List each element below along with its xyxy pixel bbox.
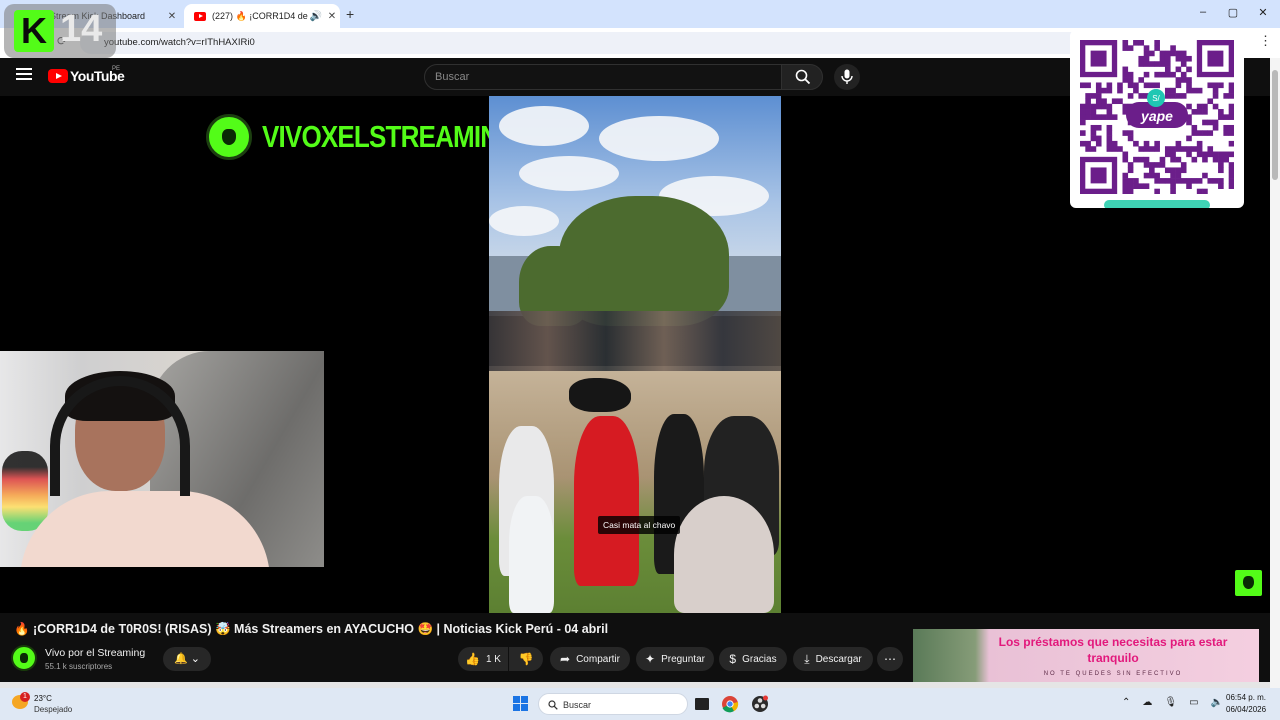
microphone-icon [841, 69, 853, 84]
youtube-favicon-icon [194, 11, 206, 21]
yape-qr-overlay: S/ yape [1070, 30, 1244, 208]
clock-date[interactable]: 06/04/2026 [1226, 705, 1266, 714]
new-tab-button[interactable]: + [346, 6, 354, 22]
ad-subline: NO TE QUEDES SIN EFECTIVO [1043, 671, 1183, 677]
svg-text:S/: S/ [1152, 94, 1160, 103]
taskbar-search-input[interactable]: Buscar [538, 693, 688, 715]
more-icon: ⋯ [884, 652, 896, 666]
audio-icon[interactable]: 🔊 [308, 11, 324, 22]
vertical-scrollbar[interactable] [1270, 58, 1280, 688]
bull-figure [569, 378, 631, 412]
notification-bell-button[interactable]: 🔔 ⌄ [163, 647, 211, 671]
chrome-icon[interactable] [720, 694, 740, 714]
volume-icon[interactable]: 🔈 [1211, 697, 1223, 708]
video-title: 🔥 ¡CORR1D4 de T0R0S! (RISAS) 🤯 Más Strea… [14, 622, 609, 636]
download-label: Descargar [815, 653, 862, 665]
close-window-button[interactable]: ✕ [1248, 6, 1278, 19]
clip-caption: Casi mata al chavo [598, 516, 681, 534]
kick-viewer-number: 14 [60, 8, 103, 50]
yape-logo-icon: S/ yape [1126, 89, 1188, 128]
bell-icon: 🔔 [174, 653, 188, 665]
banner-channel-name: VIVOXELSTREAMING [262, 119, 519, 154]
more-actions-button[interactable]: ⋯ [877, 647, 903, 671]
ask-button[interactable]: ✦ Preguntar [636, 647, 714, 671]
display-icon[interactable]: ▭ [1189, 697, 1198, 708]
search-icon [795, 69, 811, 85]
browser-tab-strip: Stream Kick Dashboard ✕ (227) 🔥 ¡CORR1D4… [0, 0, 1280, 28]
kick-logo-icon: K [14, 10, 54, 52]
weather-alert-badge: 1 [20, 692, 30, 702]
taskbar-search-label: Buscar [563, 700, 592, 710]
chevron-up-icon[interactable]: ⌃ [1122, 697, 1130, 708]
close-tab-icon[interactable]: ✕ [324, 11, 340, 22]
vertical-video-clip [489, 96, 781, 613]
download-icon: ⤓ [804, 651, 810, 666]
obs-icon[interactable] [750, 694, 770, 714]
youtube-play-icon [48, 69, 68, 83]
subscriber-count: 55.1 k suscriptores [45, 662, 113, 671]
ad-headline: Los préstamos que necesitas para estar t… [998, 635, 1228, 665]
channel-watermark-icon[interactable] [1235, 570, 1262, 596]
channel-name[interactable]: Vivo por el Streaming [45, 647, 145, 659]
sparkle-icon: ✦ [645, 652, 656, 666]
advertisement-banner[interactable]: Los préstamos que necesitas para estar t… [913, 629, 1259, 685]
tab-youtube-video[interactable]: (227) 🔥 ¡CORR1D4 de T0R 🔊 ✕ [184, 4, 340, 28]
task-view-icon[interactable] [692, 694, 712, 714]
thanks-label: Gracias [742, 653, 777, 665]
channel-avatar[interactable] [11, 645, 37, 671]
share-button[interactable]: ➦ Compartir [550, 647, 630, 671]
svg-text:yape: yape [1140, 108, 1173, 124]
search-icon [548, 700, 558, 710]
thanks-button[interactable]: $ Gracias [719, 647, 787, 671]
youtube-logo[interactable]: YouTube PE [48, 66, 125, 84]
bull-logo-icon [206, 114, 252, 160]
super-thanks-icon: $ [729, 652, 737, 666]
dislike-button[interactable]: 👎 [509, 647, 543, 671]
address-bar[interactable]: youtube.com/watch?v=rIThHAXIRi0 [80, 32, 1230, 54]
country-code: PE [112, 66, 121, 72]
search-button[interactable] [781, 64, 823, 90]
weather-condition: Despejado [34, 705, 73, 714]
qr-action-button [1104, 200, 1210, 208]
minimize-button[interactable]: – [1188, 6, 1218, 18]
chevron-down-icon: ⌄ [190, 653, 200, 665]
system-tray: ⌃ ☁ 🎙 ▭ 🔈 [1122, 697, 1223, 708]
share-icon: ➦ [560, 652, 571, 666]
rgb-lamp [2, 451, 48, 531]
temperature: 23°C [34, 694, 52, 703]
browser-menu-icon[interactable]: ⋮ [1259, 33, 1272, 49]
maximize-button[interactable]: ▢ [1218, 6, 1248, 19]
thumbs-up-icon: 👍 [465, 652, 480, 666]
search-input[interactable]: Buscar [424, 64, 782, 90]
like-count: 1 K [485, 653, 501, 665]
url-text: youtube.com/watch?v=rIThHAXIRi0 [104, 37, 255, 48]
scrollbar-thumb[interactable] [1272, 70, 1278, 180]
like-button[interactable]: 👍 1 K [458, 647, 508, 671]
hamburger-menu-icon[interactable] [16, 68, 32, 80]
ask-label: Preguntar [661, 653, 705, 665]
network-icon[interactable]: ☁ [1142, 697, 1152, 708]
microphone-icon[interactable]: 🎙 [1164, 697, 1177, 708]
start-button[interactable] [513, 696, 529, 712]
download-button[interactable]: ⤓ Descargar [793, 647, 873, 671]
voice-search-button[interactable] [834, 64, 860, 90]
clock-time[interactable]: 06:54 p. m. [1226, 693, 1266, 702]
kick-logo-overlay: K 14 [4, 4, 116, 58]
close-tab-icon[interactable]: ✕ [164, 11, 180, 22]
streamer-webcam [0, 351, 324, 567]
thumbs-down-icon: 👎 [518, 652, 534, 666]
tab-label: (227) 🔥 ¡CORR1D4 de T0R [212, 10, 308, 21]
share-label: Compartir [576, 653, 620, 665]
